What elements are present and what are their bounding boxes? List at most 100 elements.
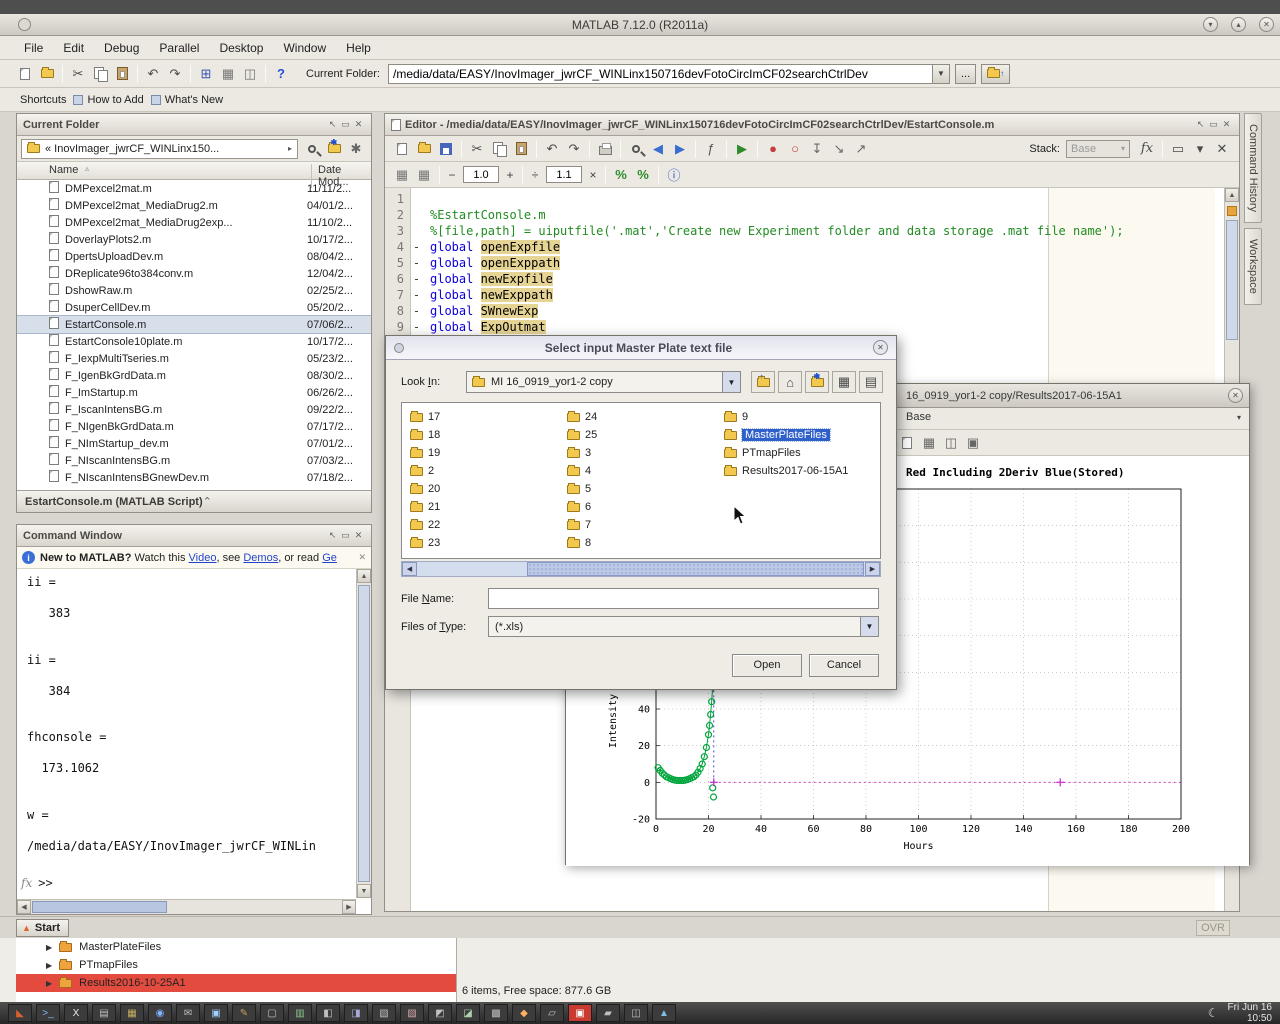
shortcut-what-s-new[interactable]: What's New [151,94,223,106]
eval-cell-icon[interactable]: % [610,165,632,185]
file-name-input[interactable] [488,588,879,609]
redo-icon[interactable]: ↷ [563,139,585,159]
folder-item[interactable]: 7 [567,516,597,534]
increment-button[interactable]: + [502,166,518,183]
undock-editor-icon[interactable]: ▭ [1167,139,1189,159]
plot-tools-icon[interactable]: ◫ [940,433,962,453]
side-tab-command-history[interactable]: Command History [1244,113,1262,223]
folder-item[interactable]: 19 [410,444,440,462]
banner-link[interactable]: Video [189,552,217,564]
editor-app-icon[interactable]: ▤ [92,1004,116,1022]
new-figure-icon[interactable] [896,433,918,453]
maximize-panel-icon[interactable]: ▭ [339,119,352,130]
set-breakpoint-icon[interactable]: ● [762,139,784,159]
divide-button[interactable]: ÷ [527,166,543,183]
banner-link[interactable]: Demos [243,552,278,564]
office-icon[interactable]: ▣ [204,1004,228,1022]
copy-icon[interactable] [488,139,510,159]
file-row[interactable]: F_ImStartup.m06/26/2... [17,384,371,401]
step-icon[interactable]: ↧ [806,139,828,159]
file-details-bar[interactable]: EstartConsole.m (MATLAB Script) ⌃ [17,490,371,512]
code-line[interactable]: 4-global openExpfile [385,239,1223,255]
command-output[interactable]: ii = 383 ii = 384 fhconsole = 173.1062 w… [27,575,316,854]
new-folder-icon[interactable]: ✱ [323,139,345,159]
search-icon[interactable] [301,139,323,159]
cancel-button[interactable]: Cancel [809,654,879,677]
scroll-left-icon[interactable]: ◀ [402,562,417,576]
file-row[interactable]: EstartConsole.m07/06/2... [17,316,371,333]
look-in-combo[interactable]: MI 16_0919_yor1-2 copy ▼ [466,371,741,393]
go-back-icon[interactable]: ◀ [647,139,669,159]
app18-icon[interactable]: ▩ [484,1004,508,1022]
profiler-icon[interactable]: ◫ [239,64,261,84]
undock-panel-icon[interactable]: ↖ [326,119,339,130]
current-folder-input[interactable] [388,64,933,84]
expander-icon[interactable]: ▶ [46,979,52,988]
new-file-icon[interactable] [14,64,36,84]
scroll-up-icon[interactable]: ▲ [357,569,371,583]
folder-item[interactable]: 8 [567,534,597,552]
scroll-right-icon[interactable]: ▶ [865,562,880,576]
shortcut-how-to-add[interactable]: How to Add [73,94,143,106]
file-row[interactable]: EstartConsole10plate.m10/17/2... [17,333,371,350]
folder-item[interactable]: 21 [410,498,440,516]
menu-debug[interactable]: Debug [94,36,149,60]
folder-item[interactable]: PTmapFiles [724,444,848,462]
app16-icon[interactable]: ◩ [428,1004,452,1022]
file-row[interactable]: F_IscanIntensBG.m09/22/2... [17,401,371,418]
cell-value-2-input[interactable] [546,166,582,183]
code-line[interactable]: 6-global newExpfile [385,271,1223,287]
term2-icon[interactable]: ▥ [288,1004,312,1022]
go-forward-icon[interactable]: ▶ [669,139,691,159]
folder-item[interactable]: 17 [410,408,440,426]
step-out-icon[interactable]: ↗ [850,139,872,159]
folder-item[interactable]: 9 [724,408,848,426]
fm-row[interactable]: ▶PTmapFiles [16,956,456,974]
list-view-icon[interactable]: ▦ [832,371,856,393]
multiply-button[interactable]: × [585,166,601,183]
table-data-icon[interactable]: ▦ [918,433,940,453]
print-icon[interactable] [594,139,616,159]
menu-window[interactable]: Window [273,36,336,60]
scroll-left-icon[interactable]: ◀ [17,900,31,914]
folder-item[interactable]: 2 [410,462,440,480]
fm-row[interactable]: ▶Results2016-10-25A1 [16,974,456,992]
close-editor-icon[interactable]: ✕ [1211,139,1233,159]
start-button[interactable]: ▲ Start [16,919,69,937]
file-row[interactable]: DMPexcel2mat_MediaDrug2.m04/01/2... [17,197,371,214]
folder-item[interactable]: 25 [567,426,597,444]
folder-item[interactable]: 5 [567,480,597,498]
cell-value-1-input[interactable] [463,166,499,183]
combo-arrow-icon[interactable]: ▼ [722,372,740,392]
side-tab-workspace[interactable]: Workspace [1244,228,1262,305]
matlab-taskbar-icon[interactable]: ◆ [512,1004,536,1022]
file-row[interactable]: F_IgenBkGrdData.m08/30/2... [17,367,371,384]
fm-row[interactable]: ▶MasterPlateFiles [16,938,456,956]
copy-icon[interactable] [89,64,111,84]
terminal-icon[interactable]: >_ [36,1004,60,1022]
app12-icon[interactable]: ◧ [316,1004,340,1022]
expander-icon[interactable]: ▶ [46,961,52,970]
app17-icon[interactable]: ◪ [456,1004,480,1022]
up-one-level-icon[interactable]: ↑ [751,371,775,393]
code-line[interactable]: 5-global openExppath [385,255,1223,271]
close-button[interactable]: ✕ [1259,17,1274,32]
scroll-down-icon[interactable]: ▼ [357,884,371,898]
details-view-icon[interactable]: ▤ [859,371,883,393]
code-line[interactable]: 9-global ExpOutmat [385,319,1223,335]
simulink-icon[interactable]: ⊞ [195,64,217,84]
file-row[interactable]: DsuperCellDev.m05/20/2... [17,299,371,316]
menu-help[interactable]: Help [336,36,381,60]
cut-icon[interactable]: ✂ [466,139,488,159]
clear-breakpoints-icon[interactable]: ○ [784,139,806,159]
file-row[interactable]: F_IexpMultiTseries.m05/23/2... [17,350,371,367]
stack-combo[interactable]: Base ▾ [1066,140,1130,158]
folder-list[interactable]: 171819220212223 2425345678 9MasterPlateF… [401,402,881,559]
command-horizontal-scrollbar[interactable]: ◀ ▶ [17,899,356,914]
file-row[interactable]: DshowRaw.m02/25/2... [17,282,371,299]
scroll-right-icon[interactable]: ▶ [342,900,356,914]
guide-icon[interactable]: ▦ [217,64,239,84]
new-folder-icon[interactable]: ✱ [805,371,829,393]
step-in-icon[interactable]: ↘ [828,139,850,159]
close-panel-icon[interactable]: ✕ [352,530,365,541]
